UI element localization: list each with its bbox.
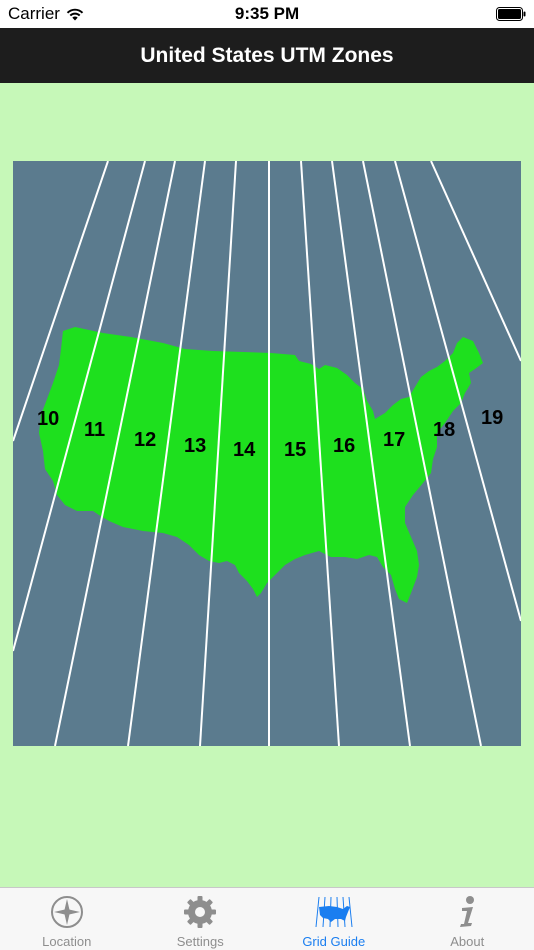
tab-location-label: Location [42,934,92,949]
zone-label: 16 [333,435,355,457]
info-icon [447,894,487,930]
tab-settings[interactable]: Settings [134,888,268,950]
zone-label: 14 [233,439,256,461]
tab-location[interactable]: Location [0,888,134,950]
tab-about-label: About [450,934,485,949]
zone-label: 13 [184,435,206,457]
zone-label: 19 [481,407,503,429]
zone-label: 18 [433,419,455,441]
compass-icon [47,894,87,930]
us-map-icon [314,894,354,930]
battery-icon [496,7,526,21]
zone-label: 11 [84,419,105,441]
zone-label: 12 [134,429,156,451]
page-title: United States UTM Zones [140,43,394,67]
tab-about[interactable]: About [401,888,534,950]
zone-label: 17 [383,429,405,451]
tab-grid-guide[interactable]: Grid Guide [267,888,401,950]
status-time: 9:35 PM [234,4,300,23]
gear-icon [180,894,220,930]
tab-settings-label: Settings [176,934,224,949]
utm-zone-map: 10 11 12 13 14 15 16 17 18 19 [13,161,521,746]
tab-bar: Location Settings Grid Guide About [0,887,534,950]
zone-label: 10 [37,408,59,430]
zone-label: 15 [284,439,306,461]
tab-grid-guide-label: Grid Guide [302,934,366,949]
nav-bar: United States UTM Zones [0,28,534,83]
status-bar: Carrier 9:35 PM [0,0,534,28]
utm-map-svg: 10 11 12 13 14 15 16 17 18 19 [13,161,521,746]
